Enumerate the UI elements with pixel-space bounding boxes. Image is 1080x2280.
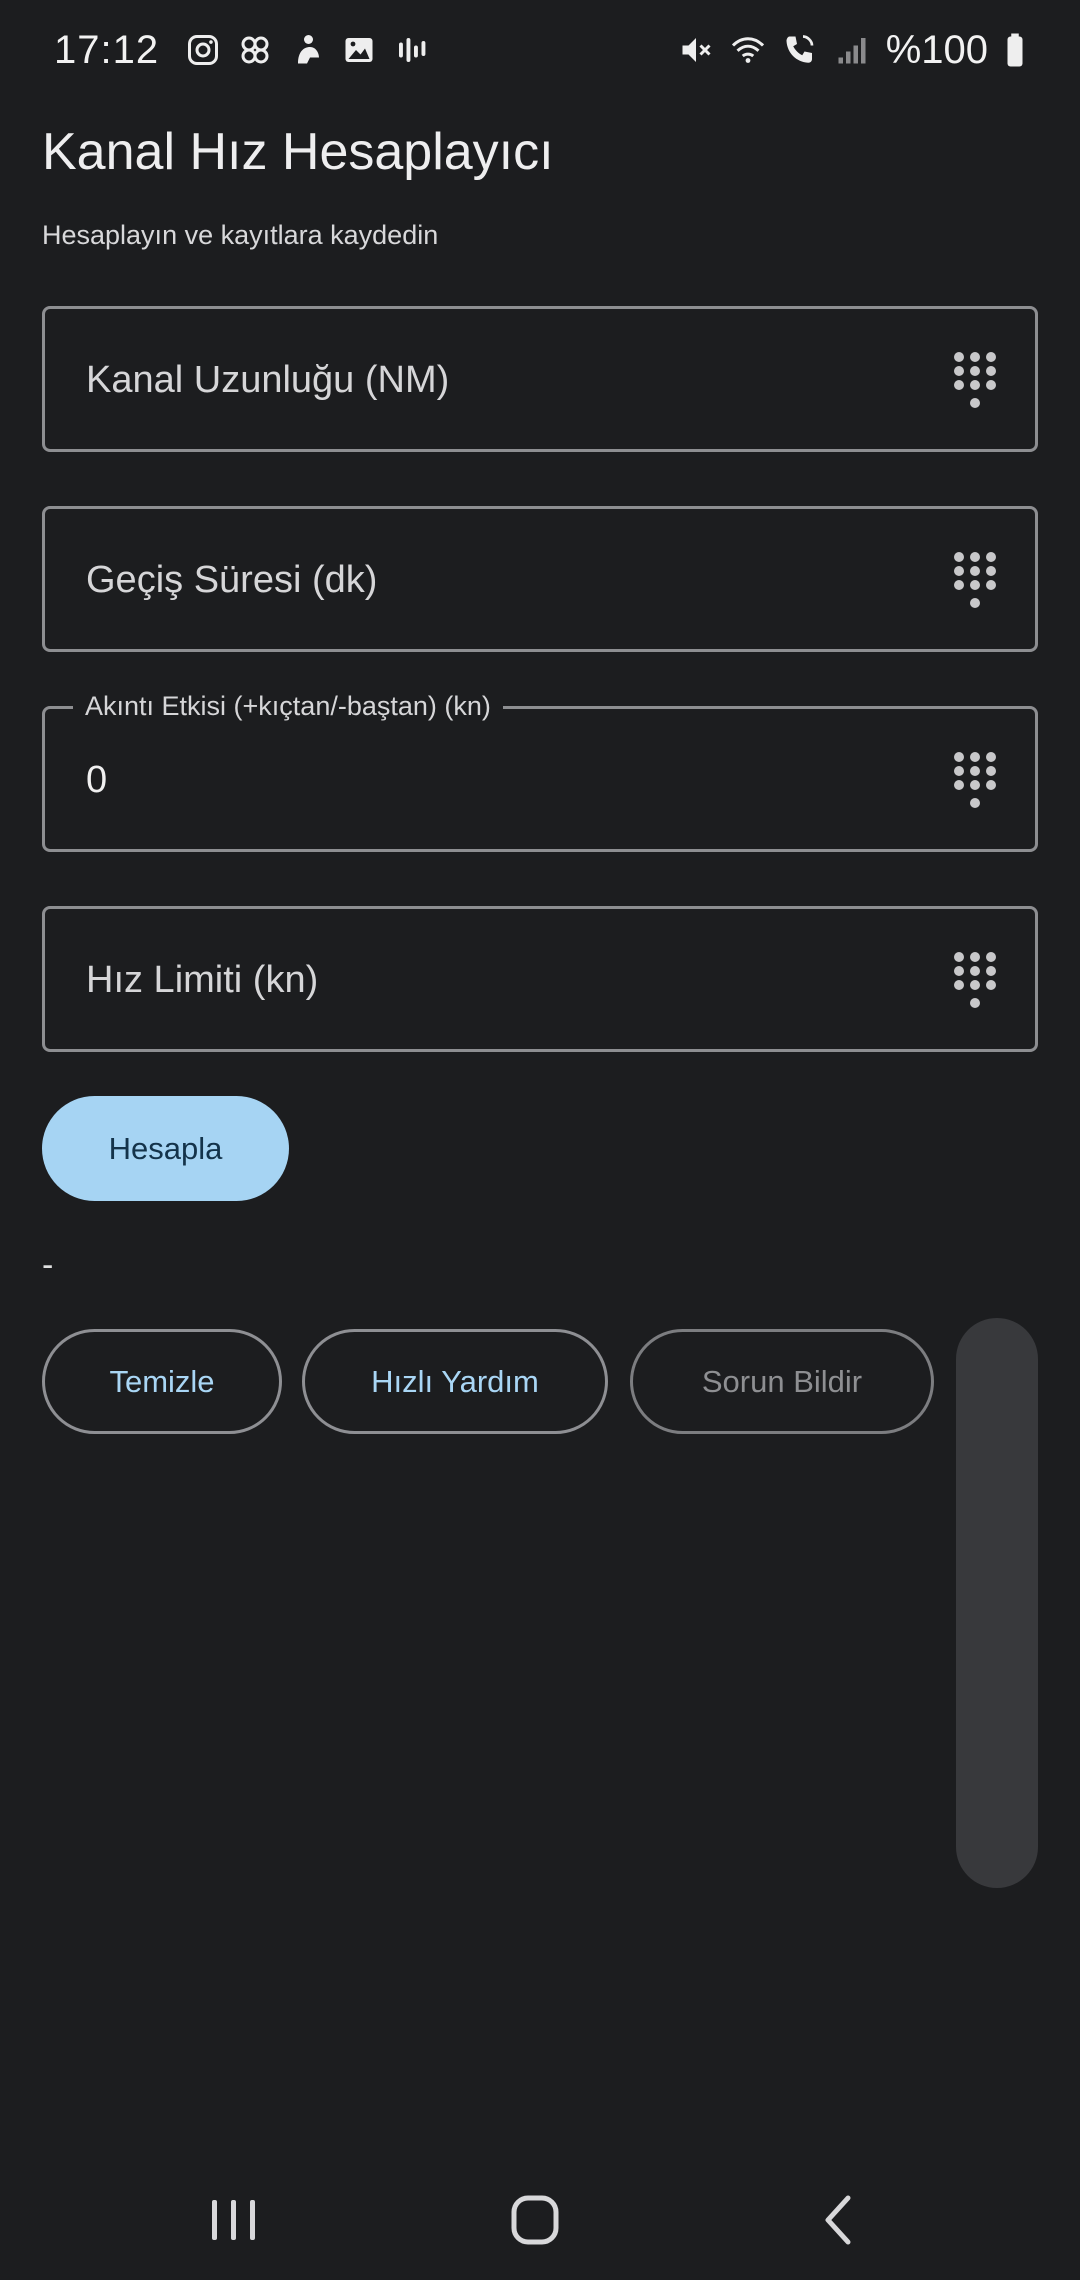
current-effect-input[interactable]: Akıntı Etkisi (+kıçtan/-baştan) (kn) 0 (42, 691, 1038, 852)
navigation-bar (0, 2160, 1080, 2280)
back-icon[interactable] (798, 2188, 878, 2252)
page-subtitle: Hesaplayın ve kayıtlara kaydedin (42, 220, 439, 250)
current-effect-value: 0 (86, 759, 108, 801)
sound-bars-icon (393, 32, 429, 68)
wifi-call-icon (782, 32, 818, 68)
keypad-icon[interactable] (951, 549, 999, 613)
pinwheel-icon (237, 32, 273, 68)
channel-length-placeholder: Kanal Uzunluğu (NM) (86, 359, 450, 401)
gallery-icon (341, 32, 377, 68)
battery-level: %100 (885, 27, 988, 72)
page-title: Kanal Hız Hesaplayıcı (42, 123, 554, 181)
clock: 17:12 (54, 27, 160, 72)
transit-time-placeholder: Geçiş Süresi (dk) (86, 559, 378, 601)
status-left: 17:12 (54, 28, 429, 73)
report-issue-button[interactable]: Sorun Bildir (630, 1329, 934, 1434)
speed-limit-placeholder: Hız Limiti (kn) (86, 959, 319, 1001)
mute-icon (678, 32, 714, 68)
home-icon[interactable] (496, 2188, 576, 2252)
signal-icon (834, 32, 870, 68)
status-bar: 17:12 %100 (0, 0, 1080, 100)
keypad-icon[interactable] (951, 749, 999, 813)
recents-icon[interactable] (194, 2188, 274, 2252)
scrollbar-thumb[interactable] (956, 1318, 1038, 1888)
instagram-icon (185, 32, 221, 68)
figure-icon (289, 32, 325, 68)
keypad-icon[interactable] (951, 949, 999, 1013)
status-right: %100 (678, 28, 1026, 73)
result-text: - (42, 1246, 54, 1284)
clear-button[interactable]: Temizle (42, 1329, 282, 1434)
wifi-icon (730, 32, 766, 68)
transit-time-input[interactable]: Geçiş Süresi (dk) (42, 506, 1038, 652)
current-effect-label: Akıntı Etkisi (+kıçtan/-baştan) (kn) (73, 691, 503, 722)
calculate-button[interactable]: Hesapla (42, 1096, 289, 1201)
keypad-icon[interactable] (951, 349, 999, 413)
channel-length-input[interactable]: Kanal Uzunluğu (NM) (42, 306, 1038, 452)
speed-limit-input[interactable]: Hız Limiti (kn) (42, 906, 1038, 1052)
battery-icon (1004, 32, 1026, 68)
quick-help-button[interactable]: Hızlı Yardım (302, 1329, 608, 1434)
